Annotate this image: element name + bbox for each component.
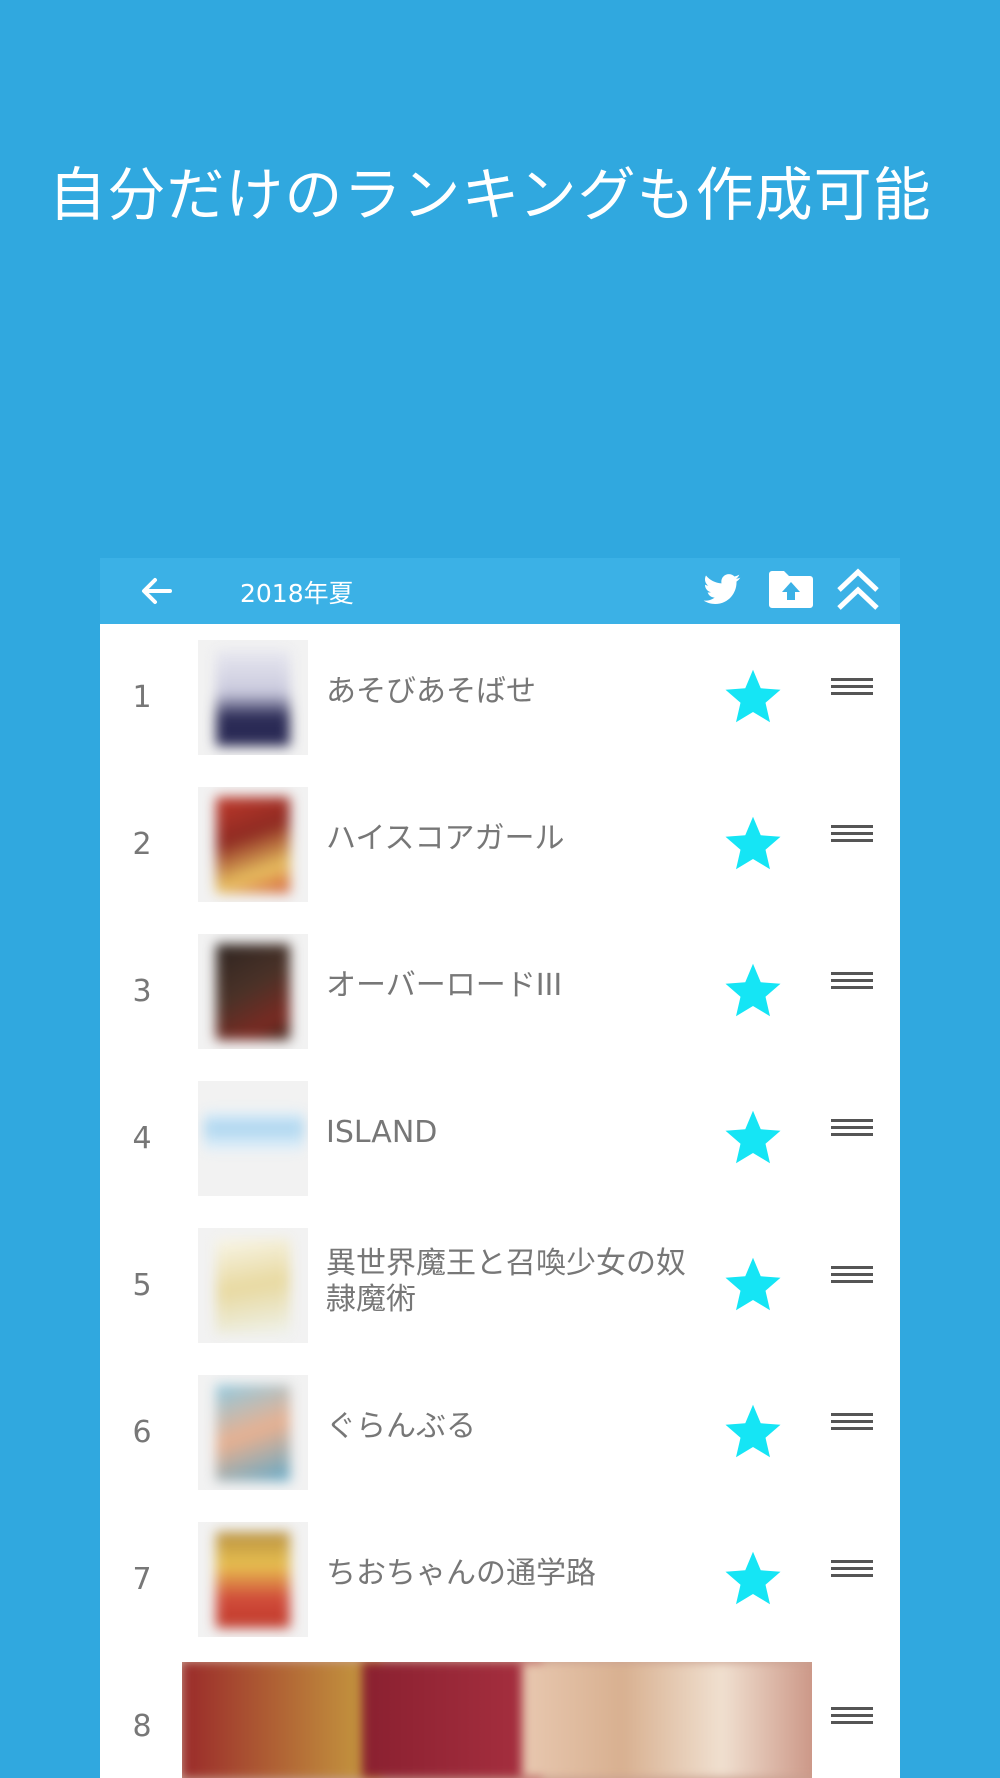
rank-number: 6 (132, 1415, 152, 1450)
drag-handle-icon[interactable] (831, 972, 873, 1008)
drag-handle-icon[interactable] (831, 1266, 873, 1302)
ad-banner[interactable] (182, 1662, 812, 1778)
rank-number: 3 (132, 974, 152, 1009)
rank-number: 5 (132, 1268, 152, 1303)
anime-title: 異世界魔王と召喚少女の奴隷魔術 (326, 1246, 686, 1317)
anime-title: ハイスコアガール (326, 821, 565, 856)
anime-title: オーバーロードIII (326, 968, 563, 1003)
star-icon[interactable] (723, 666, 783, 726)
list-item[interactable]: 3 オーバーロードIII (100, 918, 900, 1065)
list-item[interactable]: 1 あそびあそばせ (100, 624, 900, 771)
list-item[interactable]: 7 ちおちゃんの通学路 (100, 1506, 900, 1653)
rank-number: 4 (132, 1121, 152, 1156)
anime-title: あそびあそばせ (326, 674, 536, 709)
ranking-title: 2018年夏 (240, 579, 354, 608)
cover-thumbnail (198, 640, 308, 755)
star-icon[interactable] (723, 960, 783, 1020)
anime-title: ISLAND (326, 1115, 438, 1150)
drag-handle-icon[interactable] (831, 1413, 873, 1449)
rank-number: 2 (132, 827, 152, 862)
drag-handle-icon[interactable] (831, 1119, 873, 1155)
ranking-list: 1 あそびあそばせ 2 ハイスコアガール 3 オーバーロードIII 4 ISLA… (100, 624, 900, 1778)
star-icon[interactable] (723, 1548, 783, 1608)
cover-thumbnail (198, 1081, 308, 1196)
cover-thumbnail (198, 787, 308, 902)
drag-handle-icon[interactable] (831, 1707, 873, 1743)
drag-handle-icon[interactable] (831, 678, 873, 714)
list-item[interactable]: 6 ぐらんぶる (100, 1359, 900, 1506)
cover-thumbnail (198, 1228, 308, 1343)
rank-number: 8 (132, 1709, 152, 1744)
list-item[interactable]: 5 異世界魔王と召喚少女の奴隷魔術 (100, 1212, 900, 1359)
star-icon[interactable] (723, 1401, 783, 1461)
cover-thumbnail (198, 1522, 308, 1637)
anime-title: ちおちゃんの通学路 (326, 1556, 596, 1591)
back-arrow-icon[interactable] (136, 571, 176, 611)
star-icon[interactable] (723, 1254, 783, 1314)
list-item[interactable]: 2 ハイスコアガール (100, 771, 900, 918)
cover-thumbnail (198, 934, 308, 1049)
twitter-icon[interactable] (700, 570, 744, 610)
folder-upload-icon[interactable] (766, 566, 816, 612)
promo-title: 自分だけのランキングも作成可能 (48, 161, 932, 229)
star-icon[interactable] (723, 1107, 783, 1167)
cover-thumbnail (198, 1375, 308, 1490)
drag-handle-icon[interactable] (831, 1560, 873, 1596)
star-icon[interactable] (723, 813, 783, 873)
app-screen: 2018年夏 1 あそびあそばせ 2 ハイスコアガール 3 オーバーロードIII… (100, 558, 900, 1778)
app-bar: 2018年夏 (100, 558, 900, 624)
scroll-top-icon[interactable] (833, 564, 883, 614)
rank-number: 1 (132, 680, 152, 715)
rank-number: 7 (132, 1562, 152, 1597)
list-item[interactable]: 4 ISLAND (100, 1065, 900, 1212)
drag-handle-icon[interactable] (831, 825, 873, 861)
anime-title: ぐらんぶる (326, 1409, 476, 1444)
